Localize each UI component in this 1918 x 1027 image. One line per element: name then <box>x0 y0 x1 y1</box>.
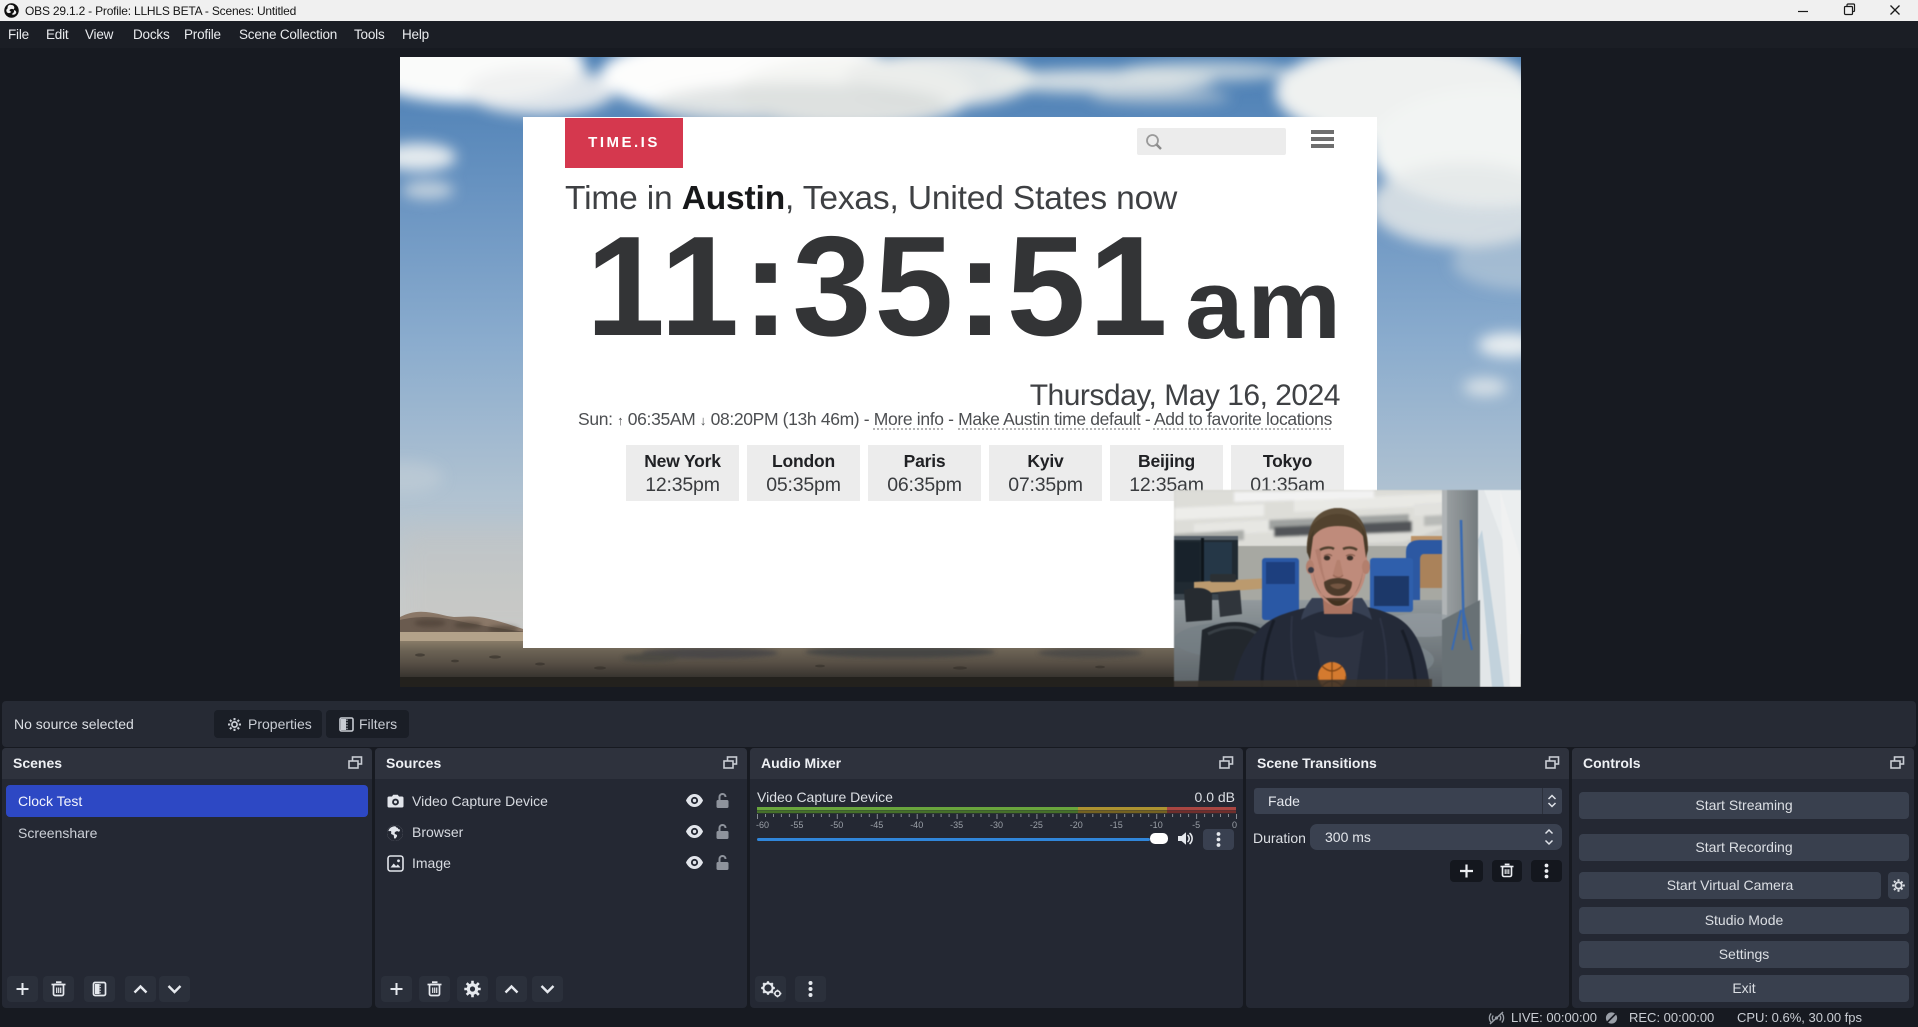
svg-text:-60: -60 <box>756 820 769 829</box>
svg-text:-30: -30 <box>990 820 1003 829</box>
svg-text:-45: -45 <box>870 820 883 829</box>
svg-text:-35: -35 <box>950 820 963 829</box>
svg-text:-15: -15 <box>1110 820 1123 829</box>
svg-text:-10: -10 <box>1150 820 1163 829</box>
svg-text:-5: -5 <box>1192 820 1200 829</box>
svg-text:-20: -20 <box>1070 820 1083 829</box>
svg-text:-40: -40 <box>910 820 923 829</box>
svg-text:0: 0 <box>1232 820 1237 829</box>
svg-text:-50: -50 <box>830 820 843 829</box>
svg-text:-25: -25 <box>1030 820 1043 829</box>
svg-text:-55: -55 <box>790 820 803 829</box>
